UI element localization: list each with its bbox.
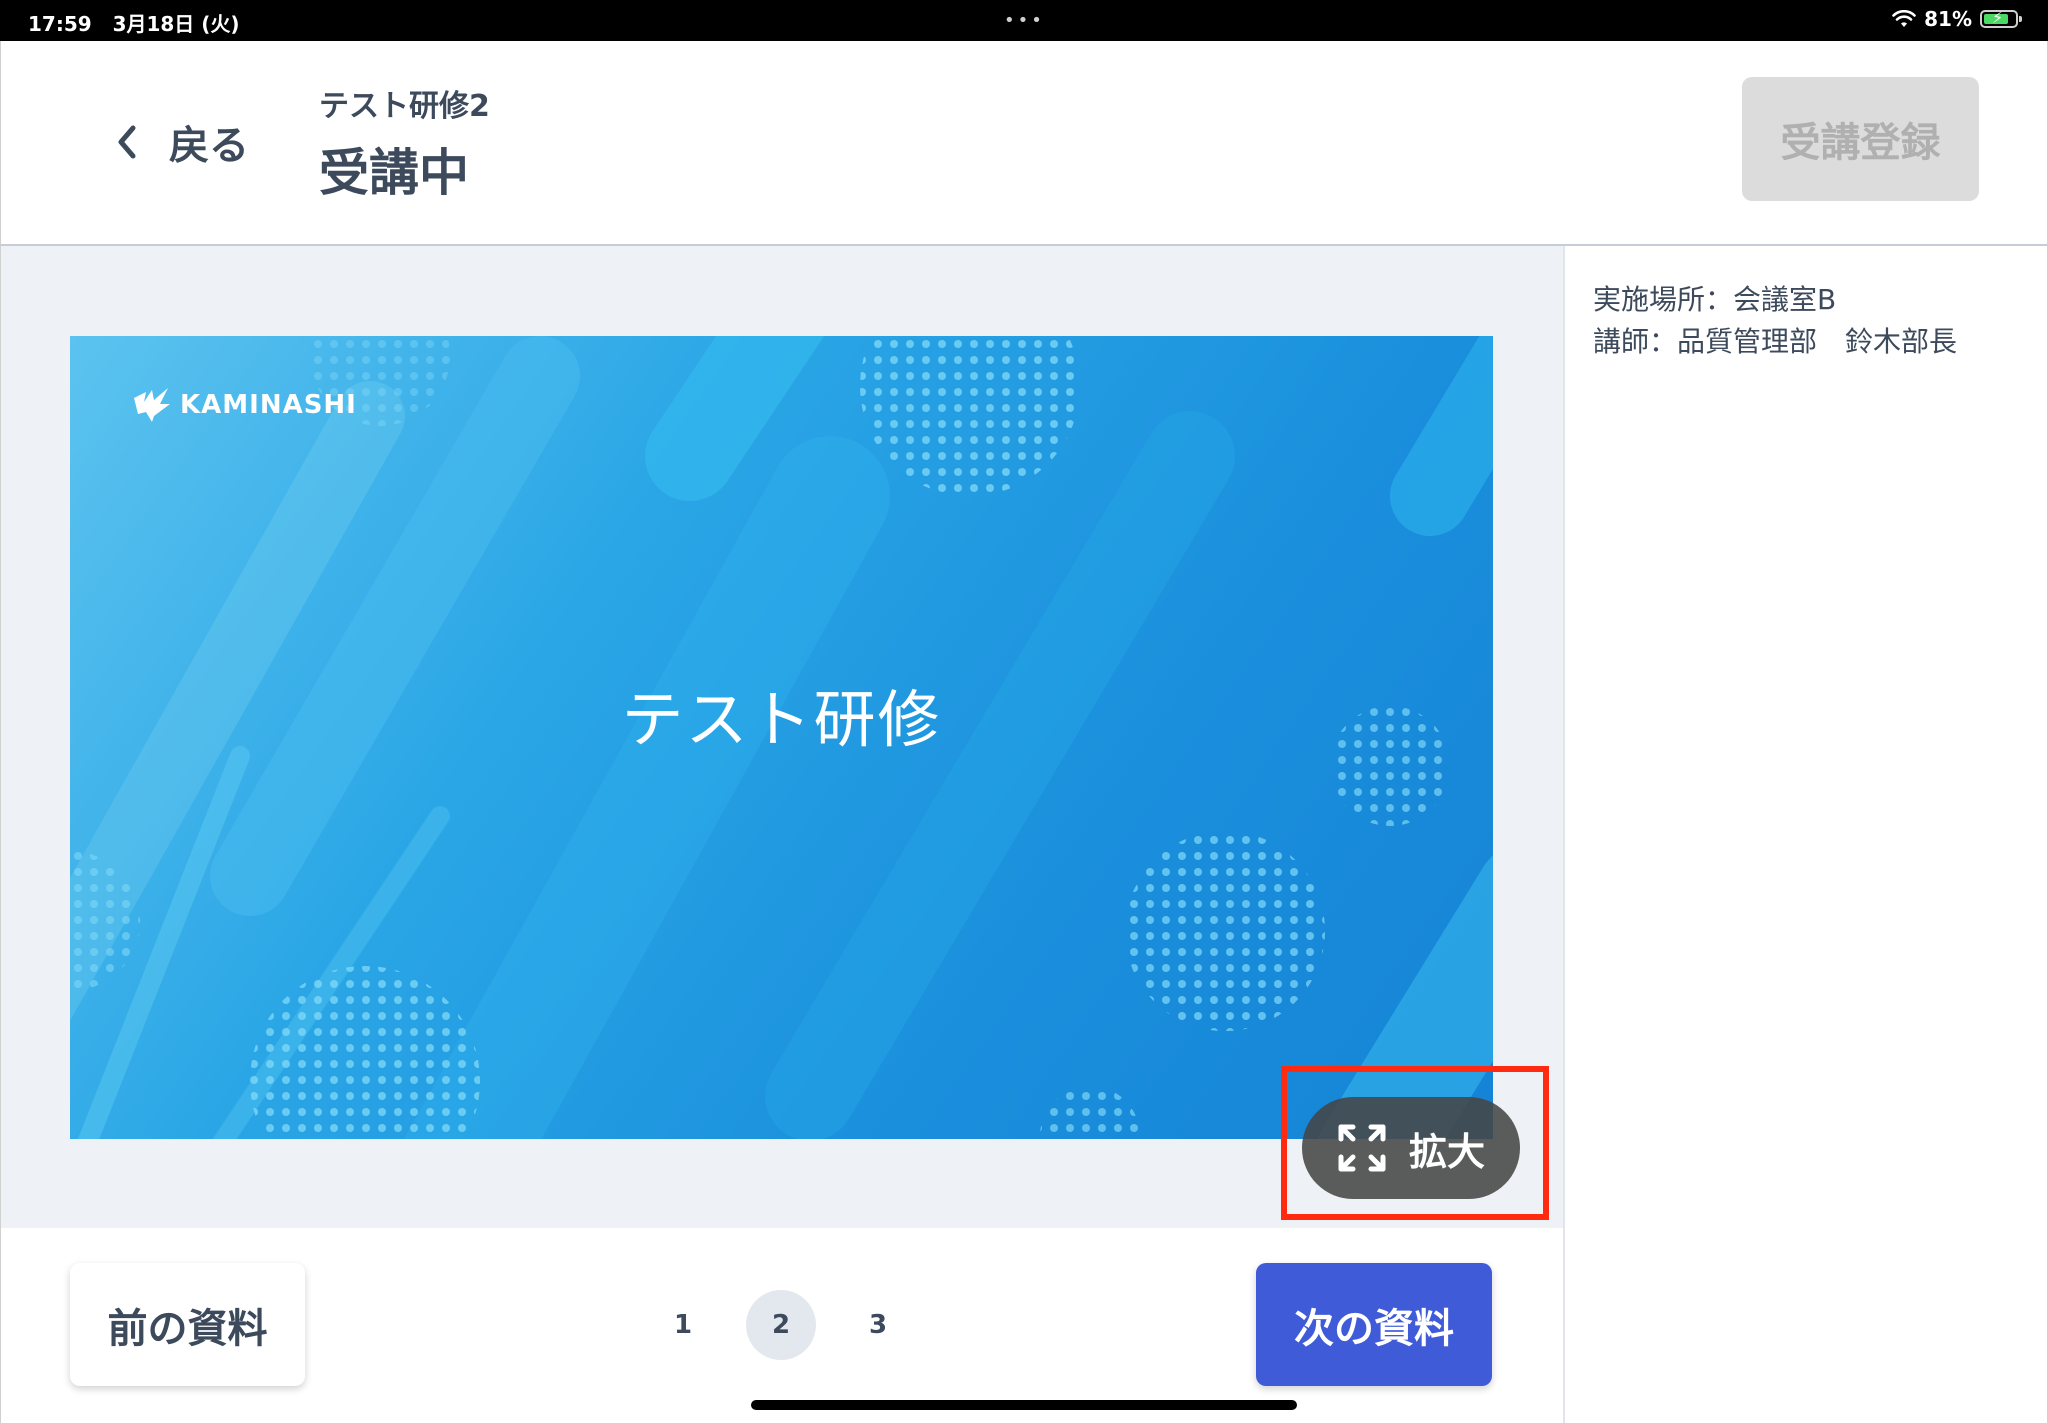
multitasking-dots[interactable]: ••• [1004, 10, 1045, 31]
status-time: 17:59 3月18日 (火) [28, 8, 240, 37]
next-material-button[interactable]: 次の資料 [1256, 1263, 1492, 1386]
location-info: 実施場所：会議室B [1593, 283, 1837, 316]
back-button[interactable]: 戻る [113, 113, 249, 171]
page-1-button[interactable]: 1 [648, 1290, 718, 1360]
status-right: 81% ⚡ [1892, 7, 2022, 31]
highlight-annotation [1281, 1066, 1549, 1220]
kaminashi-logo: KAMINASHI [132, 386, 357, 424]
page-title: 受講中 [319, 144, 469, 202]
wifi-icon [1892, 10, 1916, 27]
charging-bolt-icon: ⚡ [1992, 8, 2004, 27]
info-panel: 実施場所：会議室B 講師：品質管理部 鈴木部長 [1563, 246, 2048, 1423]
logo-text: KAMINASHI [180, 390, 357, 420]
kaminashi-logo-icon [134, 388, 170, 422]
battery-nub [2019, 16, 2022, 22]
page-header: 戻る テスト研修2 受講中 受講登録 [0, 41, 2048, 246]
clock-date: 3月18日 (火) [112, 12, 240, 36]
home-indicator[interactable] [751, 1400, 1297, 1410]
back-label: 戻る [169, 123, 249, 169]
instructor-info: 講師：品質管理部 鈴木部長 [1593, 325, 1958, 358]
slide-viewer[interactable]: KAMINASHI テスト研修 [70, 336, 1493, 1139]
page-3-button[interactable]: 3 [843, 1290, 913, 1360]
course-name: テスト研修2 [319, 89, 490, 124]
battery-percentage: 81% [1924, 7, 1972, 31]
slide-title: テスト研修 [621, 683, 942, 756]
status-bar: 17:59 3月18日 (火) ••• 81% ⚡ [0, 0, 2048, 41]
battery-icon: ⚡ [1980, 8, 2022, 28]
chevron-left-icon [118, 125, 136, 159]
previous-material-button[interactable]: 前の資料 [70, 1263, 305, 1386]
register-button[interactable]: 受講登録 [1742, 77, 1979, 201]
page-2-button[interactable]: 2 [746, 1290, 816, 1360]
clock-time: 17:59 [28, 12, 92, 36]
